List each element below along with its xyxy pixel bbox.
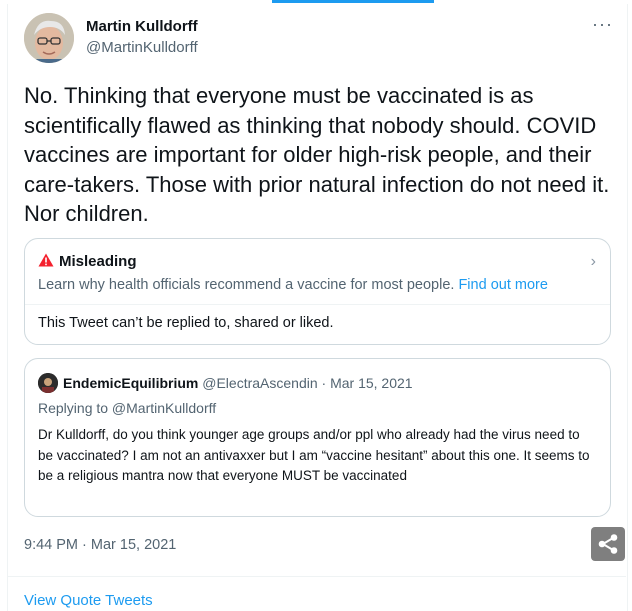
divider — [25, 304, 610, 305]
find-out-more-link[interactable]: Find out more — [458, 277, 547, 293]
share-button[interactable] — [591, 527, 625, 561]
tweet-timestamp[interactable]: 9:44 PM · Mar 15, 2021 — [24, 537, 176, 553]
misleading-notice[interactable]: Misleading › Learn why health officials … — [24, 238, 611, 345]
quote-text: Dr Kulldorff, do you think younger age g… — [38, 427, 590, 483]
quote-author-handle[interactable]: @ElectraAscendin — [202, 375, 317, 391]
quote-avatar[interactable] — [38, 373, 58, 393]
restriction-text: This Tweet can’t be replied to, shared o… — [38, 315, 334, 331]
more-options-button[interactable]: ··· — [592, 14, 613, 35]
notice-description-text: Learn why health officials recommend a v… — [38, 277, 455, 293]
divider — [7, 576, 626, 577]
author-handle[interactable]: @MartinKulldorff — [86, 39, 198, 56]
share-icon — [598, 534, 618, 554]
warning-icon — [38, 253, 54, 267]
quote-header: EndemicEquilibrium @ElectraAscendin · Ma… — [63, 375, 413, 391]
quote-author-name[interactable]: EndemicEquilibrium — [63, 375, 198, 391]
view-quote-tweets-link[interactable]: View Quote Tweets — [24, 592, 153, 609]
avatar[interactable] — [24, 13, 74, 63]
notice-description: Learn why health officials recommend a v… — [38, 277, 548, 293]
author-name[interactable]: Martin Kulldorff — [86, 18, 198, 35]
replying-to: Replying to @MartinKulldorff — [38, 400, 217, 416]
quoted-tweet[interactable]: EndemicEquilibrium @ElectraAscendin · Ma… — [24, 358, 611, 517]
quote-date[interactable]: · Mar 15, 2021 — [322, 375, 413, 391]
notice-title: Misleading — [59, 253, 137, 270]
chevron-right-icon[interactable]: › — [591, 253, 596, 271]
tweet-text: No. Thinking that everyone must be vacci… — [24, 83, 610, 226]
top-accent-bar — [272, 0, 434, 3]
